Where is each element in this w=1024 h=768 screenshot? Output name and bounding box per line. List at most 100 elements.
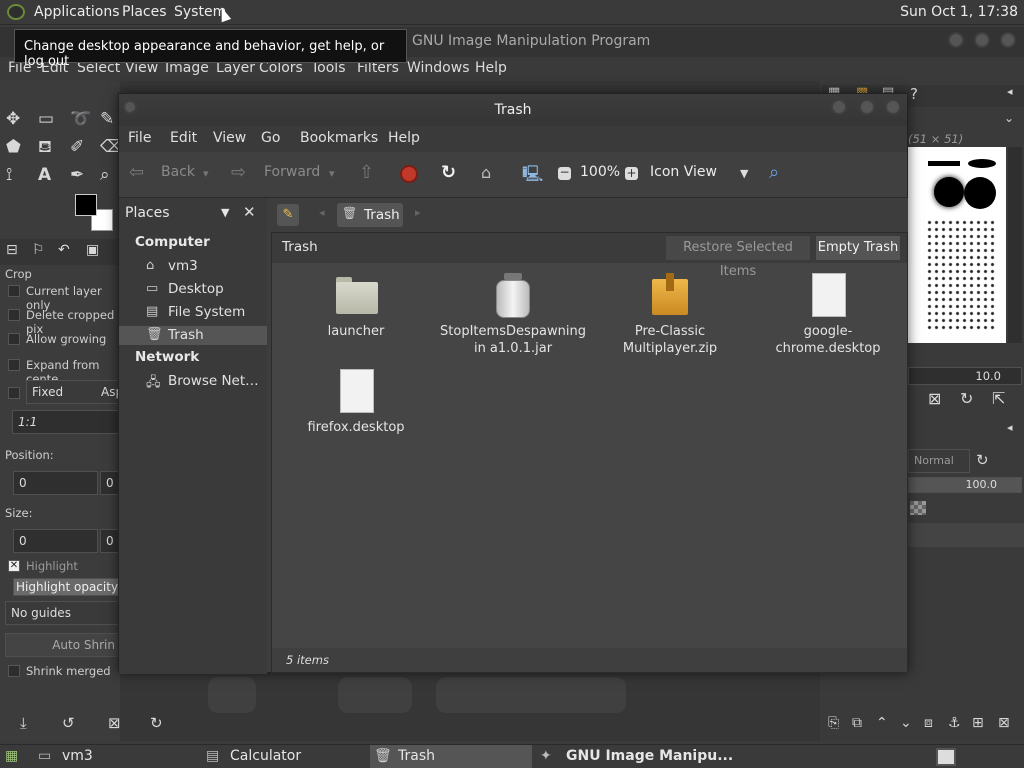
view-mode-chevron-icon[interactable]: ▼ bbox=[740, 167, 748, 180]
fm-menu-go[interactable]: Go bbox=[261, 130, 280, 146]
fm-menu-bookmarks[interactable]: Bookmarks bbox=[300, 130, 378, 146]
opacity-slider[interactable]: 100.0 bbox=[908, 477, 1022, 493]
lock-alpha-icon[interactable] bbox=[910, 501, 926, 515]
mode-reset-icon[interactable]: ↻ bbox=[976, 451, 989, 469]
delete-brush-icon[interactable]: ⊠ bbox=[928, 389, 941, 408]
back-button[interactable]: Back bbox=[161, 164, 195, 180]
delete-layer-icon[interactable]: ⊠ bbox=[998, 715, 1010, 731]
restore-selected-button[interactable]: Restore Selected Items bbox=[665, 235, 811, 279]
reload-icon[interactable]: ↻ bbox=[441, 162, 456, 183]
raise-layer-icon[interactable]: ⌃ bbox=[876, 715, 888, 731]
mask-layer-icon[interactable]: ⊞ bbox=[972, 715, 984, 731]
distro-logo-icon[interactable] bbox=[7, 4, 25, 20]
text-tool-icon[interactable]: A bbox=[38, 165, 51, 185]
help-icon[interactable]: ? bbox=[910, 85, 918, 103]
move-tool-icon[interactable]: ✥ bbox=[6, 109, 20, 129]
allow-growing-checkbox[interactable] bbox=[8, 333, 20, 345]
stop-icon[interactable] bbox=[400, 165, 418, 183]
back-history-chevron-icon[interactable]: ▾ bbox=[203, 167, 209, 180]
file-view[interactable]: Trash Restore Selected Items Empty Trash… bbox=[271, 232, 908, 673]
new-layer-group-icon[interactable]: ⧉ bbox=[852, 715, 862, 731]
position-x-field[interactable]: 0 bbox=[13, 471, 98, 495]
fixed-checkbox[interactable] bbox=[8, 387, 20, 399]
shrink-merged-checkbox[interactable] bbox=[8, 665, 20, 677]
delete-options-icon[interactable]: ⊠ bbox=[108, 714, 121, 732]
undo-history-tab-icon[interactable]: ↶ bbox=[58, 242, 70, 258]
view-mode-combo[interactable]: Icon View bbox=[650, 164, 717, 180]
sidebar-item-trash[interactable]: 🗑 Trash bbox=[119, 326, 267, 345]
file-item-launcher[interactable]: launcher bbox=[281, 273, 431, 340]
brush-grid[interactable] bbox=[908, 147, 1006, 343]
brush-scrollbar[interactable] bbox=[1008, 147, 1022, 343]
maximize-icon[interactable] bbox=[974, 32, 990, 48]
open-brush-icon[interactable]: ⇱ bbox=[992, 389, 1005, 408]
path-left-arrow-icon[interactable]: ◂ bbox=[319, 206, 325, 219]
dock-menu-icon[interactable]: ◂ bbox=[1007, 85, 1013, 98]
auto-shrink-button[interactable]: Auto Shrin bbox=[5, 633, 120, 657]
fixed-combo[interactable]: Fixed Asp bbox=[26, 380, 123, 404]
refresh-brushes-icon[interactable]: ↻ bbox=[960, 389, 973, 408]
sidebar-item-browse-network[interactable]: 🖧 Browse Net… bbox=[119, 372, 267, 391]
save-options-icon[interactable]: ⤓ bbox=[20, 714, 27, 732]
sidebar-item-desktop[interactable]: ▭ Desktop bbox=[119, 280, 267, 299]
zoom-in-icon[interactable]: + bbox=[625, 167, 638, 180]
duplicate-layer-icon[interactable]: ⧈ bbox=[924, 715, 933, 731]
fm-minimize-icon[interactable] bbox=[831, 99, 847, 115]
file-item-firefox[interactable]: firefox.desktop bbox=[281, 369, 431, 436]
back-arrow-icon[interactable]: ⇦ bbox=[129, 162, 144, 183]
layer-row[interactable] bbox=[908, 523, 1024, 547]
fuzzy-select-tool-icon[interactable]: ✎ bbox=[100, 109, 114, 129]
applications-menu[interactable]: Applications bbox=[34, 4, 120, 20]
fm-menu-file[interactable]: File bbox=[128, 130, 151, 146]
anchor-layer-icon[interactable]: ⚓ bbox=[948, 715, 961, 731]
forward-history-chevron-icon[interactable]: ▾ bbox=[329, 167, 335, 180]
sidebar-item-vm3[interactable]: ⌂ vm3 bbox=[119, 257, 267, 276]
current-layer-checkbox[interactable] bbox=[8, 285, 20, 297]
transform-tool-icon[interactable]: ⬟ bbox=[6, 137, 21, 157]
forward-button[interactable]: Forward bbox=[264, 164, 320, 180]
search-icon[interactable]: ⌕ bbox=[769, 162, 779, 183]
canvas-refresh-icon[interactable]: ↻ bbox=[150, 714, 163, 732]
fm-titlebar[interactable]: Trash bbox=[119, 94, 907, 126]
blend-mode-combo[interactable]: Normal bbox=[908, 449, 970, 473]
home-icon[interactable]: ⌂ bbox=[481, 163, 491, 182]
gimp-menu-windows[interactable]: Windows bbox=[407, 60, 470, 76]
edit-location-icon[interactable]: ✎ bbox=[277, 204, 299, 226]
fm-menu-edit[interactable]: Edit bbox=[170, 130, 197, 146]
delete-cropped-checkbox[interactable] bbox=[8, 309, 20, 321]
fm-menu-help[interactable]: Help bbox=[388, 130, 420, 146]
highlight-opacity-slider[interactable]: Highlight opacity bbox=[13, 578, 120, 596]
places-combo[interactable]: Places ▼ bbox=[121, 202, 237, 226]
lasso-tool-icon[interactable]: ➰ bbox=[70, 109, 91, 129]
paintbrush-tool-icon[interactable]: ✐ bbox=[70, 137, 84, 157]
fm-menu-view[interactable]: View bbox=[213, 130, 246, 146]
computer-icon[interactable]: 🖳 bbox=[522, 163, 543, 190]
expand-center-checkbox[interactable] bbox=[8, 359, 20, 371]
restore-options-icon[interactable]: ↺ bbox=[62, 714, 75, 732]
zoom-out-icon[interactable]: − bbox=[558, 166, 571, 180]
task-gimp[interactable]: ✦ GNU Image Manipu... bbox=[540, 745, 740, 768]
task-calculator[interactable]: ▤ Calculator bbox=[206, 745, 368, 768]
workspace-switcher[interactable] bbox=[936, 748, 956, 766]
file-item-jar[interactable]: StopItemsDespawning in a1.0.1.jar bbox=[438, 273, 588, 357]
task-trash[interactable]: 🗑 Trash bbox=[370, 745, 532, 768]
close-icon[interactable] bbox=[1000, 32, 1016, 48]
layers-dock-menu-icon[interactable]: ◂ bbox=[1007, 421, 1013, 434]
path-tool-icon[interactable]: ⟟ bbox=[6, 165, 12, 185]
bucket-fill-tool-icon[interactable]: ⛾ bbox=[38, 137, 52, 159]
guides-combo[interactable]: No guides bbox=[5, 601, 120, 625]
device-status-tab-icon[interactable]: ⚐ bbox=[32, 242, 45, 258]
empty-trash-button[interactable]: Empty Trash bbox=[815, 235, 901, 261]
fm-maximize-icon[interactable] bbox=[859, 99, 875, 115]
lower-layer-icon[interactable]: ⌄ bbox=[900, 715, 912, 731]
size-y-field[interactable]: 0 bbox=[100, 529, 120, 553]
file-item-zip[interactable]: Pre-Classic Multiplayer.zip bbox=[595, 273, 745, 357]
spacing-field[interactable]: 10.0 bbox=[908, 367, 1022, 385]
forward-arrow-icon[interactable]: ⇨ bbox=[231, 162, 246, 183]
sidebar-item-filesystem[interactable]: ▤ File System bbox=[119, 303, 267, 322]
tool-options-tab-icon[interactable]: ⊟ bbox=[6, 242, 18, 258]
close-sidebar-icon[interactable]: ✕ bbox=[243, 203, 256, 221]
size-x-field[interactable]: 0 bbox=[13, 529, 98, 553]
clock[interactable]: Sun Oct 1, 17:38 bbox=[900, 4, 1018, 20]
new-layer-icon[interactable]: ⎘ bbox=[828, 715, 839, 731]
